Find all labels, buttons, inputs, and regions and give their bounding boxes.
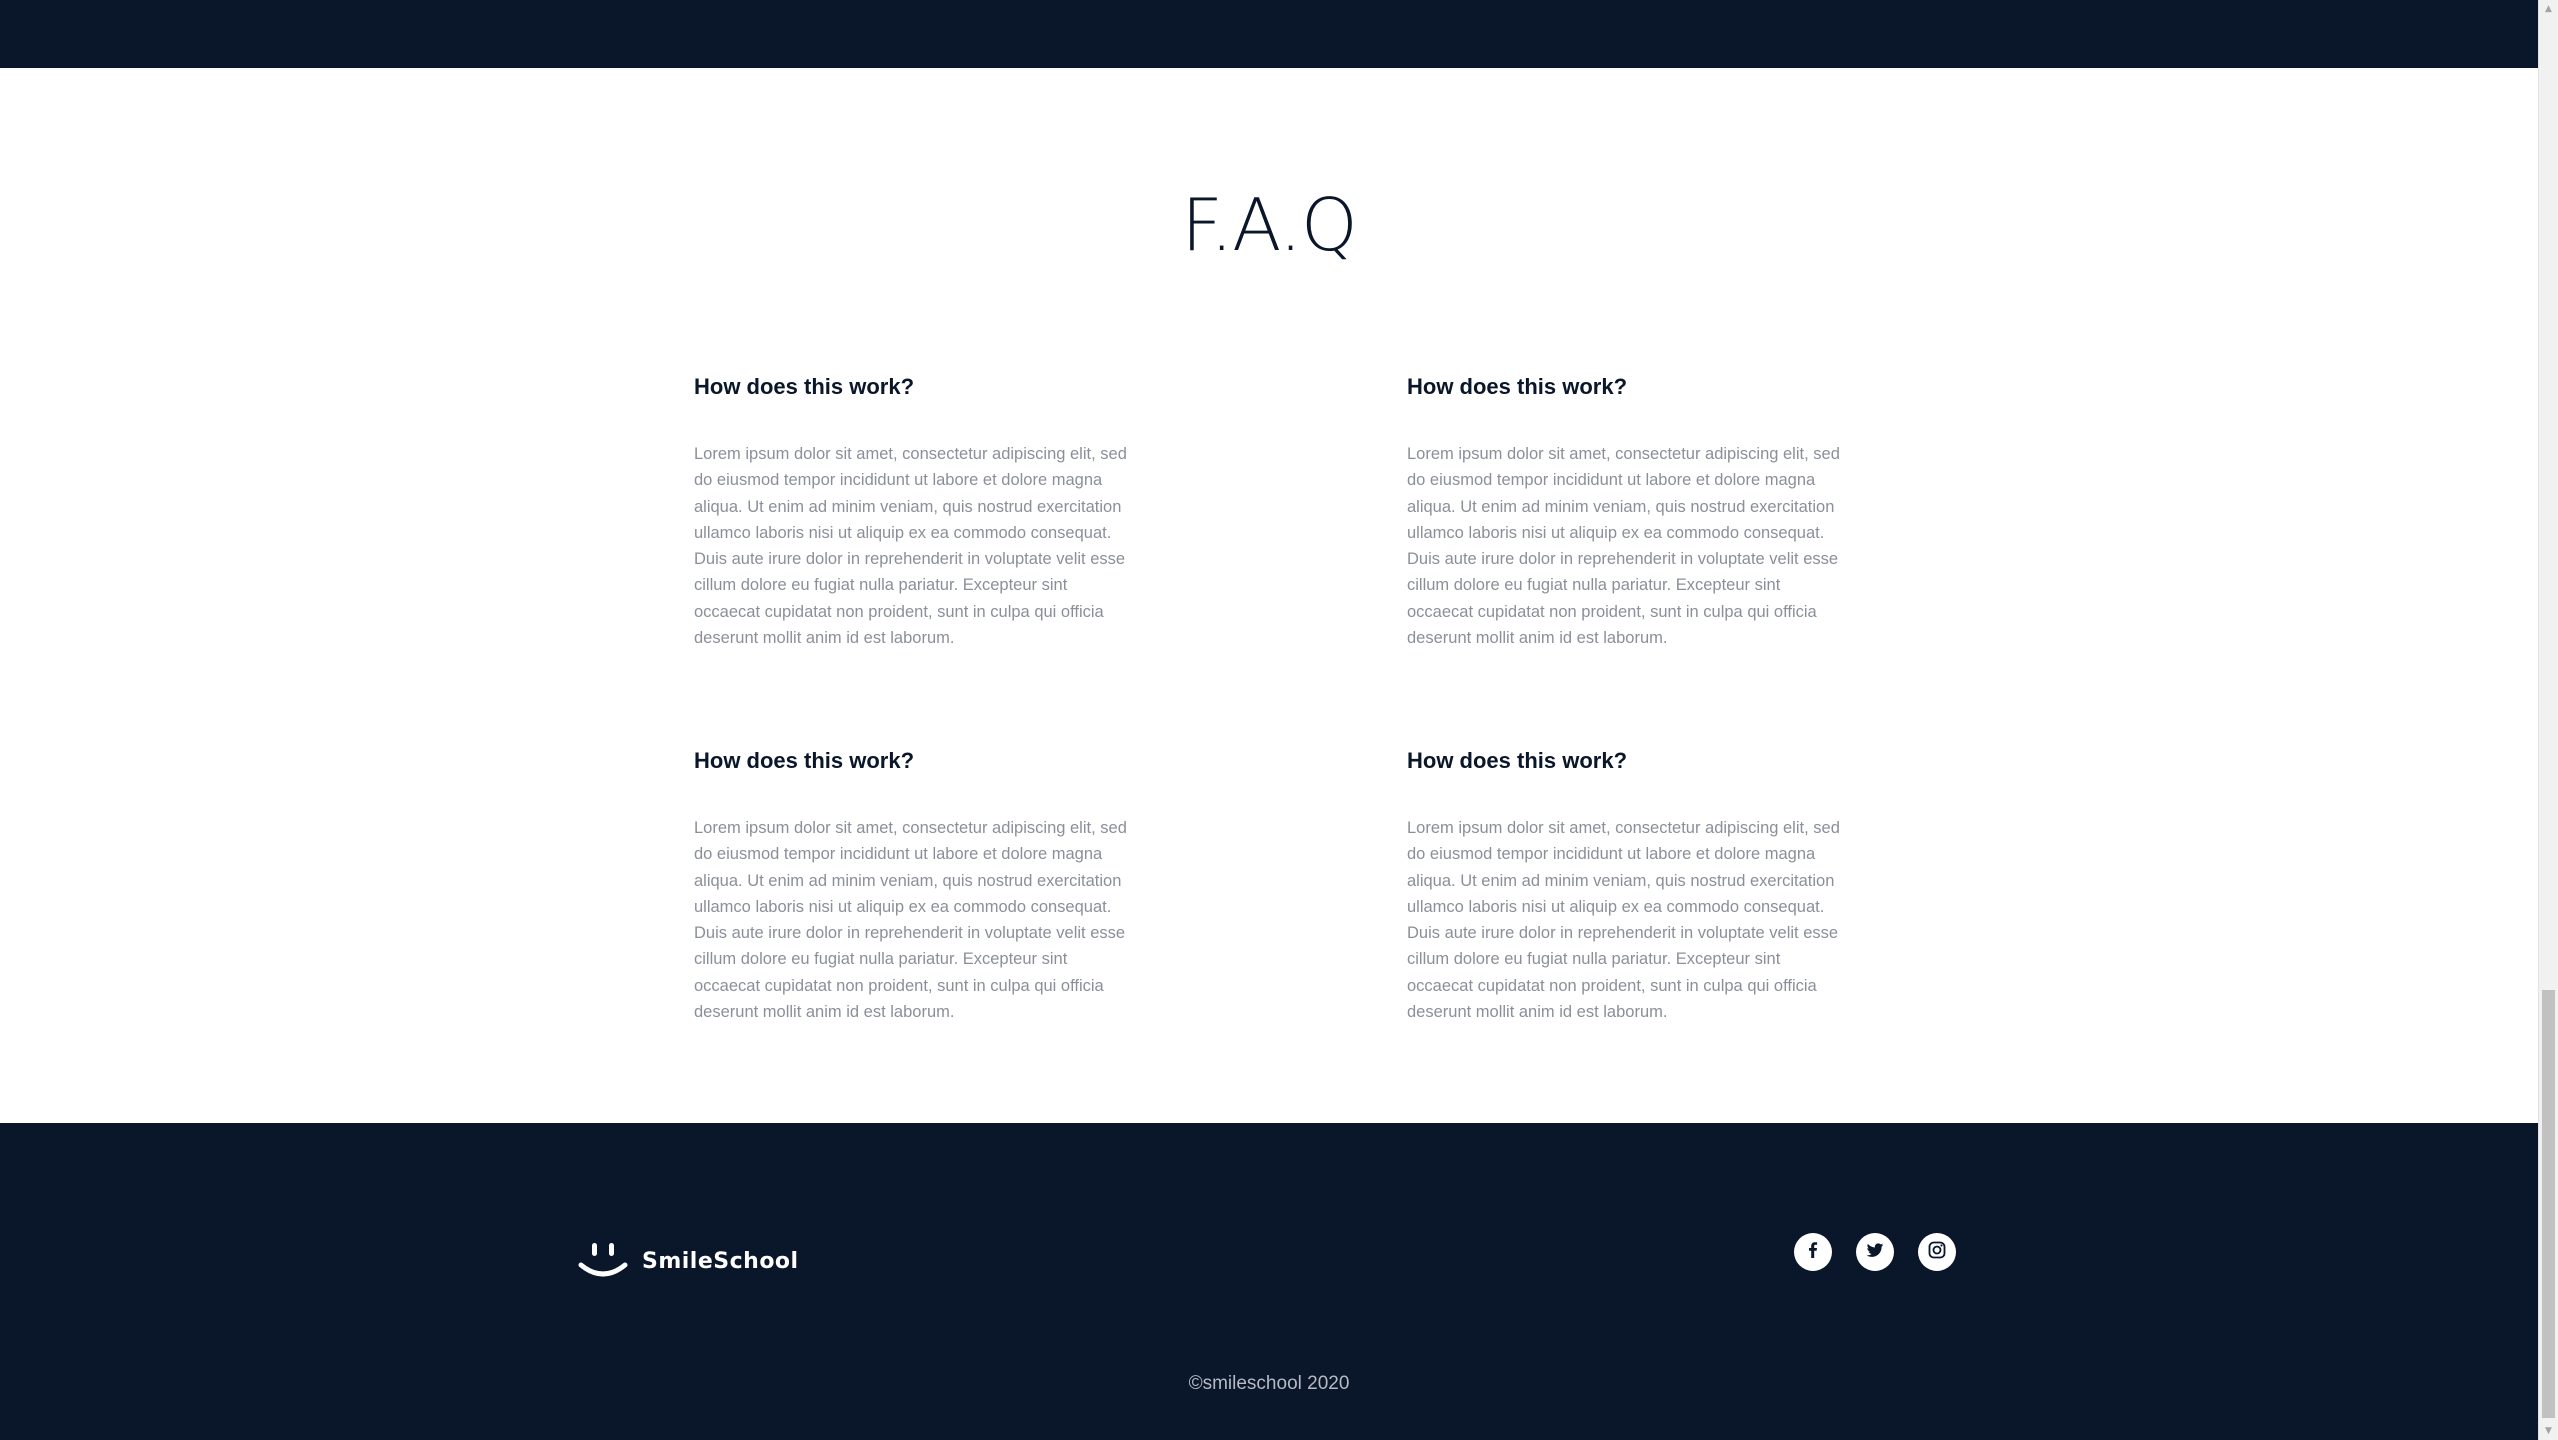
footer: SmileSchool ©smileschool 2020: [0, 1123, 2538, 1440]
faq-question: How does this work?: [1407, 748, 1628, 773]
faq-answer: Lorem ipsum dolor sit amet, consectetur …: [1407, 445, 1840, 648]
faq-question: How does this work?: [694, 374, 915, 399]
faq-title: F.A.Q: [1181, 183, 1357, 267]
smile-logo-icon: [578, 1239, 628, 1283]
faq-answer: Lorem ipsum dolor sit amet, consectetur …: [1407, 819, 1840, 1022]
facebook-link[interactable]: [1794, 1233, 1832, 1271]
brand-name: SmileSchool: [642, 1248, 799, 1274]
faq-item: How does this work? Lorem ipsum dolor si…: [694, 747, 1134, 1025]
scroll-up-icon[interactable]: ▲: [2539, 0, 2558, 18]
social-links: [1794, 1233, 1956, 1271]
faq-answer: Lorem ipsum dolor sit amet, consectetur …: [694, 445, 1127, 648]
faq-item: How does this work? Lorem ipsum dolor si…: [1407, 747, 1847, 1025]
vertical-scrollbar[interactable]: ▲ ▼: [2538, 0, 2558, 1440]
twitter-icon: [1865, 1240, 1885, 1265]
page: F.A.Q How does this work? Lorem ipsum do…: [0, 0, 2538, 1440]
faq-question: How does this work?: [1407, 374, 1628, 399]
instagram-link[interactable]: [1918, 1233, 1956, 1271]
faq-item: How does this work? Lorem ipsum dolor si…: [694, 373, 1134, 651]
scroll-down-icon[interactable]: ▼: [2539, 1422, 2558, 1440]
header-band: [0, 0, 2538, 68]
facebook-icon: [1803, 1240, 1823, 1265]
instagram-icon: [1927, 1240, 1947, 1265]
faq-question: How does this work?: [694, 748, 915, 773]
scrollbar-thumb[interactable]: [2542, 990, 2555, 1418]
faq-answer: Lorem ipsum dolor sit amet, consectetur …: [694, 819, 1127, 1022]
twitter-link[interactable]: [1856, 1233, 1894, 1271]
faq-item: How does this work? Lorem ipsum dolor si…: [1407, 373, 1847, 651]
footer-logo[interactable]: SmileSchool: [578, 1239, 799, 1283]
copyright-text: ©smileschool 2020: [1188, 1373, 1350, 1394]
